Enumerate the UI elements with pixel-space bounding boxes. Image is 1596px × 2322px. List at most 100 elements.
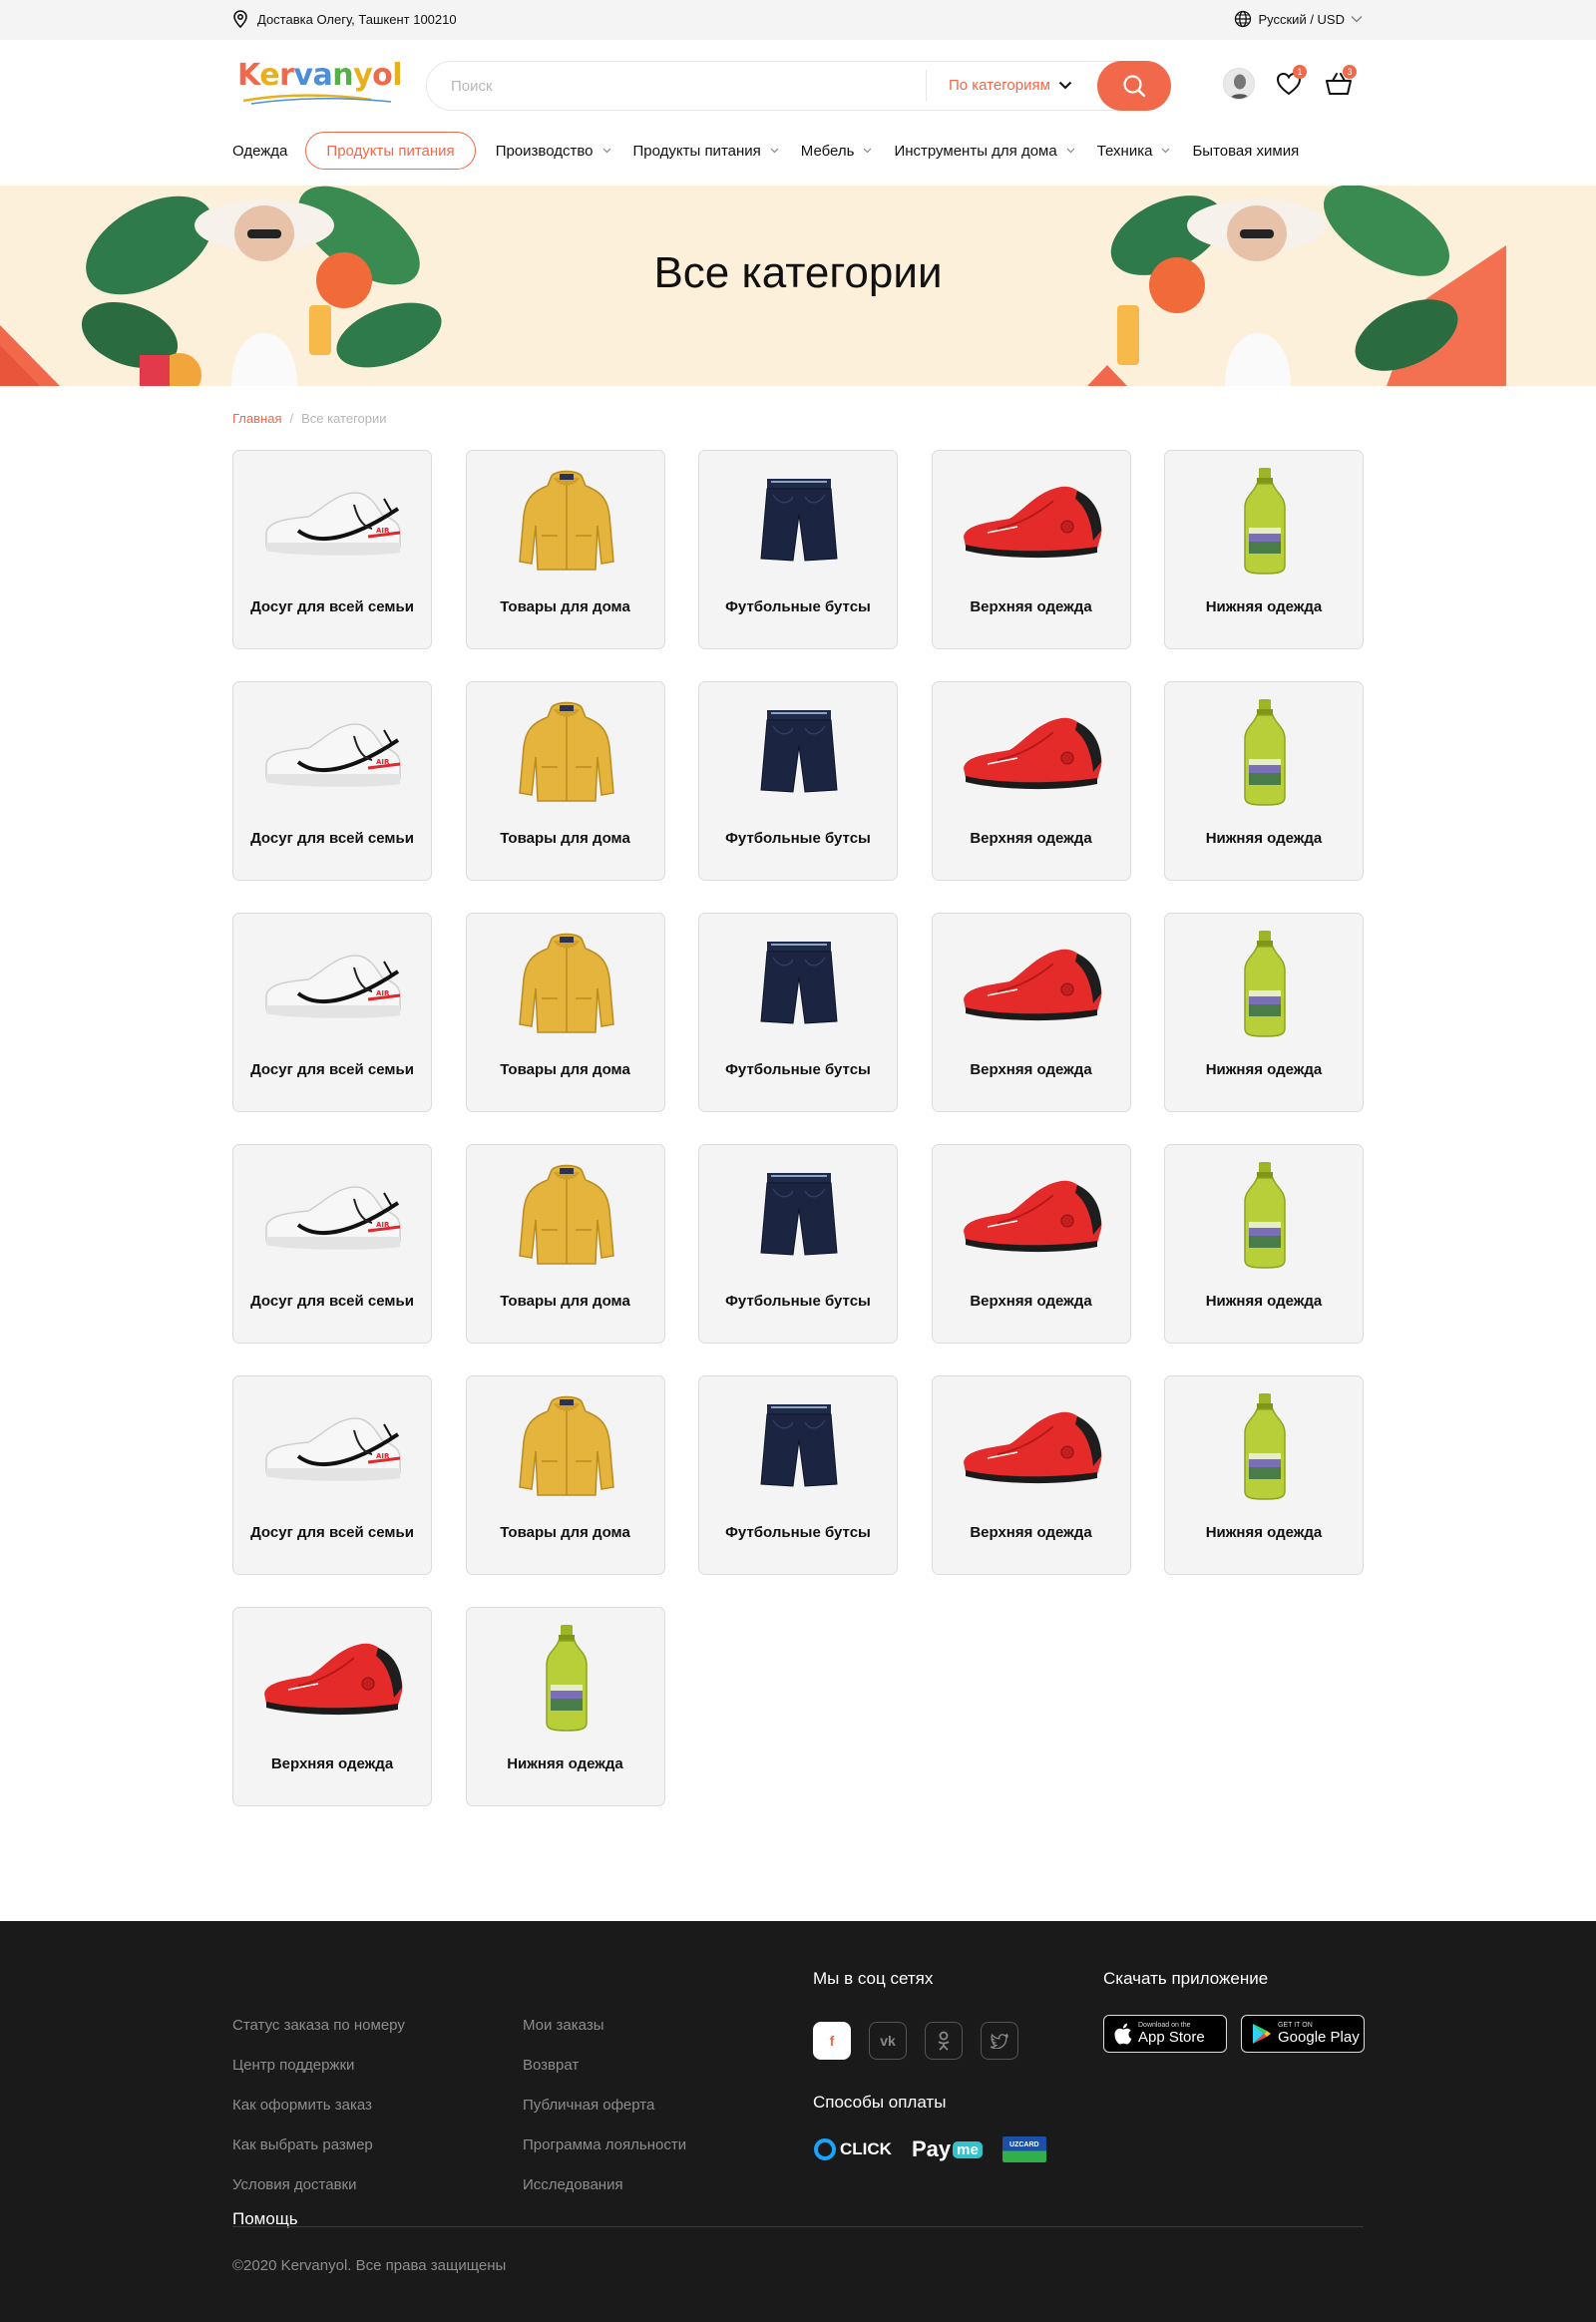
category-card[interactable]: AIR Досуг для всей семьи [232, 1144, 432, 1344]
logo[interactable]: Kervanyol [237, 58, 405, 110]
delivery-location[interactable]: Доставка Олегу, Ташкент 100210 [232, 10, 457, 28]
footer-link[interactable]: Возврат [523, 2057, 762, 2097]
footer-social: Мы в соц сетях f vk Способы оплаты CLICK [813, 1969, 1046, 2162]
navy-shorts-icon [699, 694, 899, 810]
cart-button[interactable]: 3 [1323, 65, 1357, 100]
category-card[interactable]: Товары для дома [465, 681, 665, 881]
sneaker-white-icon: AIR [233, 926, 433, 1041]
app-store-button[interactable]: Download on the App Store [1103, 2015, 1227, 2053]
nav-item[interactable]: Техника [1097, 132, 1171, 170]
social-icons: f vk [813, 2022, 1046, 2060]
category-card-label: Товары для дома [500, 1060, 630, 1078]
footer-link[interactable]: Мои заказы [523, 2017, 762, 2057]
category-card[interactable]: Верхняя одежда [232, 1607, 432, 1806]
yellow-jacket-icon [467, 1157, 666, 1273]
category-card[interactable]: Верхняя одежда [931, 681, 1131, 881]
breadcrumb-home[interactable]: Главная [232, 411, 281, 426]
breadcrumb-separator: / [289, 411, 294, 426]
footer-link[interactable]: Статус заказа по номеру [232, 2017, 492, 2057]
footer-link[interactable]: Центр поддержки [232, 2057, 492, 2097]
red-shoe-icon [233, 1620, 433, 1736]
wishlist-button[interactable]: 1 [1273, 65, 1307, 100]
category-card-label: Футбольные бутсы [725, 829, 871, 847]
nav-item[interactable]: Продукты питания [633, 132, 779, 170]
language-selector[interactable]: Русский / USD [1234, 10, 1363, 28]
delivery-location-text: Доставка Олегу, Ташкент 100210 [257, 11, 457, 27]
footer-link[interactable]: Как оформить заказ [232, 2097, 492, 2136]
payme-logo: Pay me [912, 2136, 983, 2162]
vk-icon[interactable]: vk [869, 2022, 907, 2060]
nav-item[interactable]: Производство [496, 132, 611, 170]
search-divider [926, 70, 927, 102]
category-card[interactable]: Нижняя одежда [1164, 1375, 1364, 1575]
gplay-big: Google Play [1278, 2029, 1360, 2046]
category-card[interactable]: Нижняя одежда [1164, 913, 1364, 1112]
category-card[interactable]: Верхняя одежда [931, 913, 1131, 1112]
category-card[interactable]: Нижняя одежда [1164, 1144, 1364, 1344]
category-card[interactable]: Товары для дома [465, 913, 665, 1112]
category-card[interactable]: Нижняя одежда [1164, 681, 1364, 881]
footer-link[interactable]: Программа лояльности [523, 2136, 762, 2176]
header: Kervanyol По категориям [0, 40, 1596, 128]
nav-item[interactable]: Инструменты для дома [894, 132, 1075, 170]
gplay-small: GET IT ON [1278, 2022, 1313, 2029]
breadcrumb: Главная / Все категории [232, 411, 387, 426]
category-card[interactable]: Нижняя одежда [1164, 450, 1364, 649]
category-card[interactable]: AIR Досуг для всей семьи [232, 913, 432, 1112]
category-card-label: Футбольные бутсы [725, 1292, 871, 1310]
category-card-label: Товары для дома [500, 1523, 630, 1541]
category-card[interactable]: Товары для дома [465, 1375, 665, 1575]
category-card[interactable]: Товары для дома [465, 450, 665, 649]
svg-text:AIR: AIR [376, 758, 390, 766]
category-card[interactable]: Футбольные бутсы [698, 681, 898, 881]
search-button[interactable] [1097, 61, 1171, 111]
category-card-label: Футбольные бутсы [725, 1060, 871, 1078]
footer-link[interactable]: Исследования [523, 2176, 762, 2216]
profile-button[interactable] [1223, 68, 1255, 100]
category-card[interactable]: Футбольные бутсы [698, 1144, 898, 1344]
nav-item[interactable]: Продукты питания [305, 132, 476, 170]
category-card[interactable]: AIR Досуг для всей семьи [232, 1375, 432, 1575]
chevron-down-icon [864, 148, 872, 154]
category-card[interactable]: Верхняя одежда [931, 1375, 1132, 1575]
chevron-down-icon [602, 148, 610, 154]
payment-title: Способы оплаты [813, 2093, 947, 2112]
avatar [1223, 68, 1255, 100]
category-card-label: Верхняя одежда [970, 597, 1092, 615]
category-card-label: Товары для дома [500, 1292, 630, 1310]
category-card[interactable]: AIR Досуг для всей семьи [232, 681, 432, 881]
category-card[interactable]: Товары для дома [465, 1144, 666, 1344]
nav-item[interactable]: Бытовая химия [1192, 132, 1299, 170]
category-card[interactable]: Футбольные бутсы [698, 450, 898, 649]
breadcrumb-current: Все категории [301, 411, 387, 426]
odnoklassniki-icon[interactable] [925, 2022, 963, 2060]
footer-apps: Скачать приложение Download on the App St… [1103, 1969, 1365, 2053]
nav-item[interactable]: Мебель [801, 132, 873, 170]
category-card[interactable]: Футбольные бутсы [698, 1375, 898, 1575]
nav-item[interactable]: Одежда [232, 132, 287, 170]
category-card-label: Нижняя одежда [1205, 829, 1323, 847]
category-dropdown[interactable]: По категориям [949, 77, 1072, 94]
category-card-label: Товары для дома [500, 597, 630, 615]
category-card[interactable]: Верхняя одежда [931, 1144, 1132, 1344]
category-card[interactable]: Футбольные бутсы [698, 913, 898, 1112]
google-play-button[interactable]: GET IT ON Google Play [1241, 2015, 1365, 2053]
facebook-icon[interactable]: f [813, 2022, 851, 2060]
category-card[interactable]: Верхняя одежда [931, 450, 1132, 649]
appstore-big: App Store [1138, 2029, 1205, 2046]
twitter-icon[interactable] [981, 2022, 1018, 2060]
category-card-label: Досуг для всей семьи [250, 597, 414, 615]
page-title: Все категории [653, 248, 943, 297]
red-shoe-icon [933, 463, 1132, 579]
category-card[interactable]: Нижняя одежда [465, 1607, 665, 1806]
red-shoe-icon [933, 1388, 1132, 1504]
wishlist-badge: 1 [1293, 65, 1307, 79]
footer-link[interactable]: Как выбрать размер [232, 2136, 492, 2176]
logo-swoosh-icon [242, 94, 392, 105]
red-shoe-icon [933, 1157, 1132, 1273]
category-card-label: Верхняя одежда [270, 1754, 394, 1772]
footer-link[interactable]: Публичная оферта [523, 2097, 762, 2136]
appstore-small: Download on the [1138, 2022, 1191, 2029]
search-input[interactable] [451, 62, 920, 110]
category-card[interactable]: AIR Досуг для всей семьи [232, 450, 432, 649]
